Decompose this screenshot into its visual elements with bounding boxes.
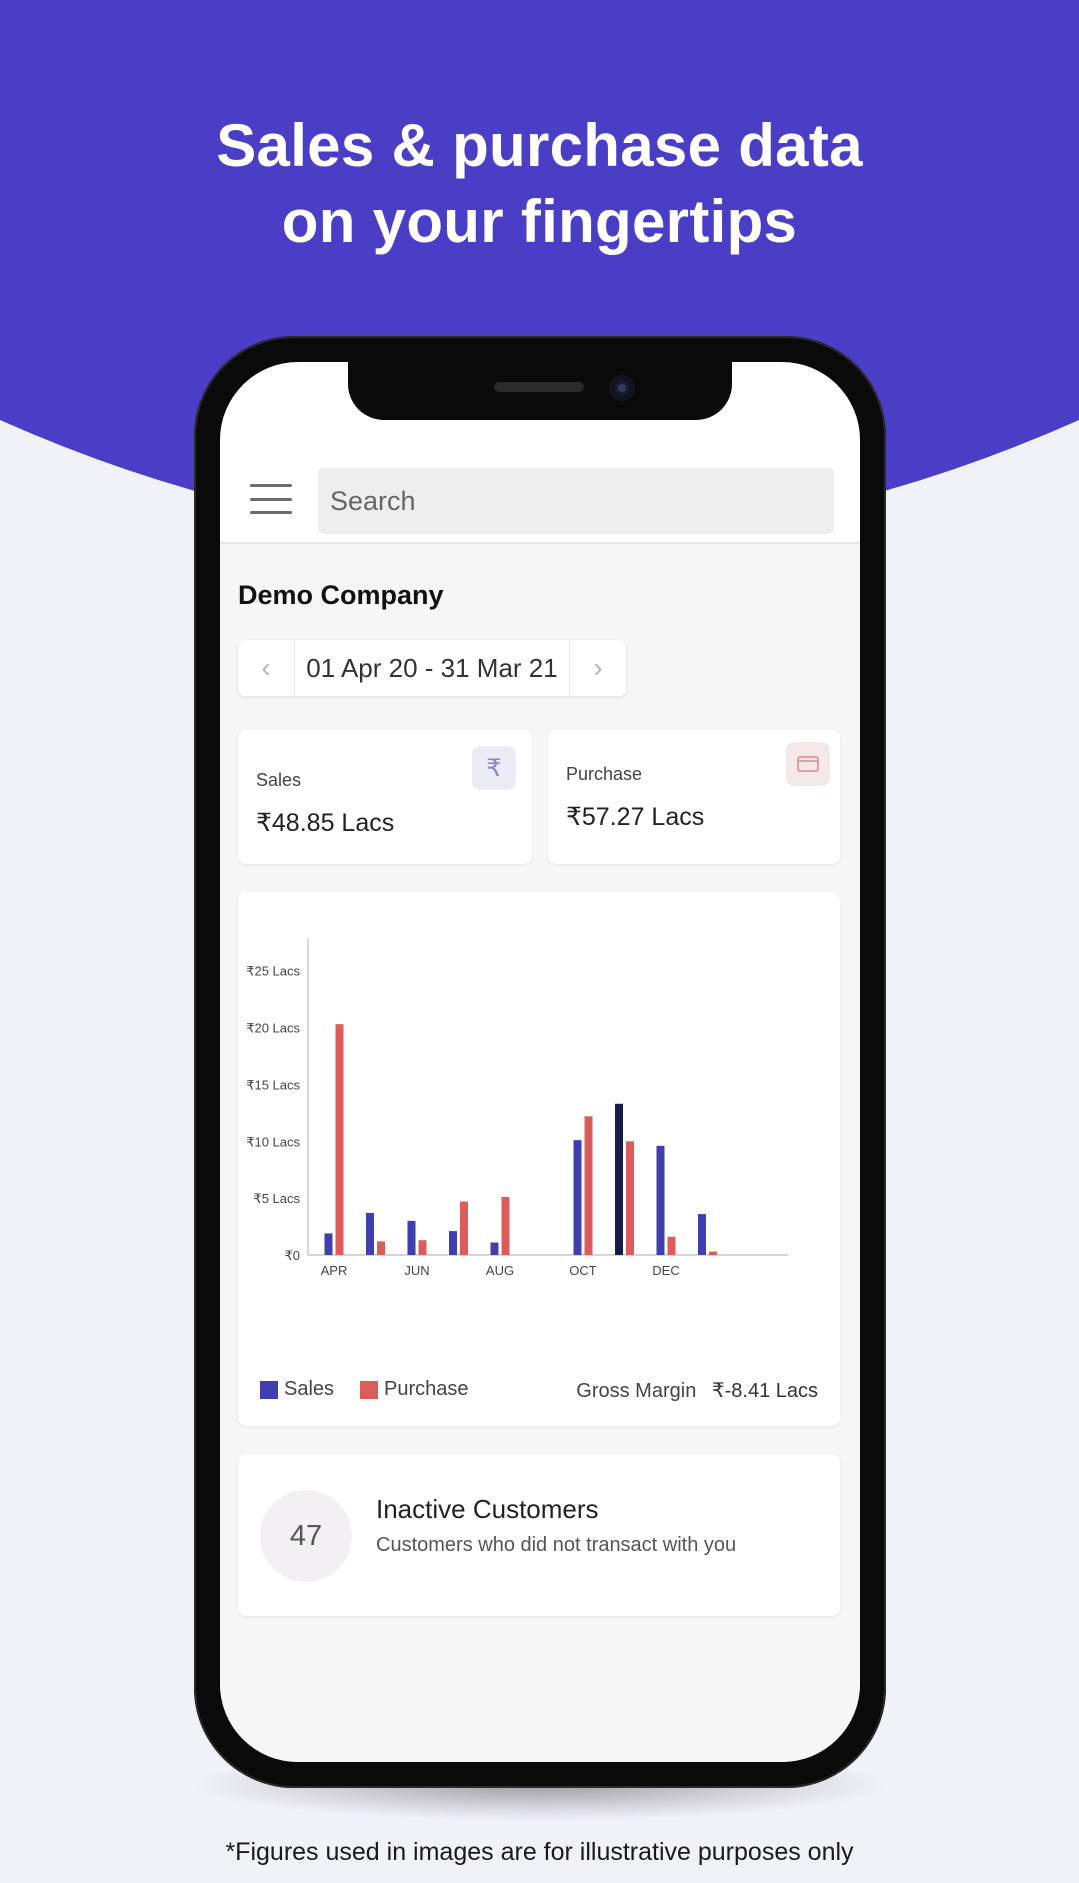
front-camera [609,375,635,401]
bar-sales-jul [449,1231,457,1255]
x-tick-label: AUG [486,1263,514,1278]
gross-margin-label: Gross Margin [576,1380,697,1402]
bar-purchase-jun [418,1240,427,1255]
y-tick-label: ₹15 Lacs [246,1077,300,1092]
sales-card[interactable]: Sales ₹48.85 Lacs ₹ [238,730,532,864]
y-tick-label: ₹20 Lacs [246,1021,300,1036]
date-range-label[interactable]: 01 Apr 20 - 31 Mar 21 [295,653,569,684]
bar-sales-apr [324,1233,333,1255]
chevron-right-icon[interactable]: › [569,640,626,696]
purchase-card-title: Purchase [566,764,643,784]
legend-label-sales: Sales [284,1378,335,1400]
sales-purchase-chart-card: ₹0 ₹5 Lacs ₹10 Lacs ₹15 Lacs ₹20 Lacs ₹25 Lac… [238,892,840,1426]
bar-sales-oct [573,1140,582,1255]
sales-purchase-chart: ₹0 ₹5 Lacs ₹10 Lacs ₹15 Lacs ₹20 Lacs ₹25 Lac… [246,938,788,1278]
bar-sales-jun [407,1220,416,1255]
company-name: Demo Company [238,580,444,610]
sales-card-title: Sales [256,770,302,790]
bar-purchase-aug [501,1197,510,1255]
legend-item-purchase: Purchase [360,1378,469,1401]
legend-swatch-purchase [360,1380,379,1399]
app-bar [220,456,860,544]
headline: Sales & purchase data on your fingertips [0,108,1079,260]
inactive-customers-subtitle: Customers who did not transact with you [376,1534,737,1556]
bar-purchase-apr [335,1024,344,1255]
rupee-icon: ₹ [472,746,516,790]
y-tick-label: ₹25 Lacs [246,964,300,979]
bar-purchase-dec [667,1236,676,1255]
bar-sales-dec [656,1145,665,1255]
y-tick-label: ₹5 Lacs [253,1191,300,1206]
x-tick-label: OCT [569,1263,597,1278]
bar-purchase-jan [709,1251,717,1255]
inactive-customers-card[interactable]: 47 Inactive Customers Customers who did … [238,1454,840,1616]
bar-sales-may [366,1212,374,1255]
inactive-customers-title: Inactive Customers [376,1494,599,1524]
gross-margin-value: ₹-8.41 Lacs [711,1380,818,1402]
search-input[interactable] [318,468,834,534]
speaker-grille [494,382,584,392]
chart-legend: Sales Purchase [260,1378,495,1401]
x-tick-label: JUN [404,1263,429,1278]
hamburger-menu-icon[interactable] [250,484,292,514]
bar-sales-jan [698,1214,706,1255]
card-icon [786,742,830,786]
inactive-customers-count: 47 [260,1490,352,1582]
phone-frame: Demo Company ‹ 01 Apr 20 - 31 Mar 21 › S… [194,336,886,1788]
phone-screen: Demo Company ‹ 01 Apr 20 - 31 Mar 21 › S… [220,362,860,1762]
date-range-picker: ‹ 01 Apr 20 - 31 Mar 21 › [238,640,626,696]
bar-purchase-jul [460,1201,468,1255]
sales-card-value: ₹48.85 Lacs [256,809,395,837]
purchase-card[interactable]: Purchase ₹57.27 Lacs [548,730,840,864]
disclaimer-footnote: *Figures used in images are for illustra… [225,1838,854,1866]
headline-line-1: Sales & purchase data [216,112,863,179]
bar-purchase-nov [626,1141,634,1255]
dashboard-content: Demo Company ‹ 01 Apr 20 - 31 Mar 21 › S… [220,544,860,1762]
x-tick-label: DEC [652,1263,679,1278]
y-tick-label: ₹0 [284,1248,300,1263]
chevron-left-icon[interactable]: ‹ [238,640,295,696]
x-tick-label: APR [321,1263,348,1278]
bar-purchase-may [377,1241,385,1255]
legend-label-purchase: Purchase [384,1378,469,1400]
bar-purchase-oct [584,1116,593,1255]
purchase-card-value: ₹57.27 Lacs [566,803,705,831]
y-tick-label: ₹10 Lacs [246,1134,300,1149]
phone-notch [348,362,732,420]
bar-sales-nov [615,1103,623,1255]
headline-line-2: on your fingertips [281,188,798,255]
legend-item-sales: Sales [260,1378,334,1401]
legend-swatch-sales [260,1380,278,1399]
gross-margin: Gross Margin ₹-8.41 Lacs [576,1378,818,1403]
bar-sales-aug [490,1242,499,1255]
